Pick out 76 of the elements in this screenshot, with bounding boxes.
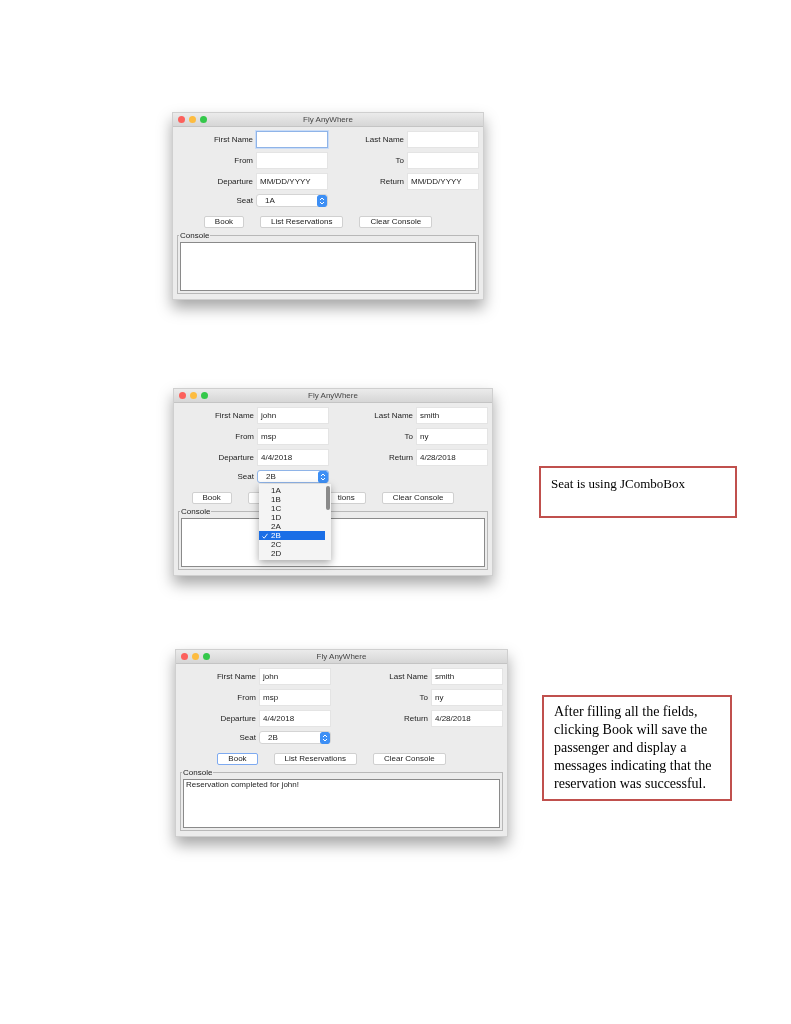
window-title: Fly AnyWhere <box>303 113 353 126</box>
dropdown-option[interactable]: 2C <box>259 540 325 549</box>
field-label: First Name <box>215 670 257 683</box>
push-button[interactable]: Book <box>203 216 245 228</box>
field-label: Last Name <box>388 670 429 683</box>
minimize-icon[interactable] <box>190 392 197 399</box>
field-label: From <box>236 691 257 704</box>
text-field[interactable]: 4/28/2018 <box>431 710 503 727</box>
field-label: To <box>394 154 405 167</box>
field-label: Return <box>403 712 429 725</box>
push-button[interactable]: Clear Console <box>372 753 446 765</box>
stepper-icon <box>320 731 330 744</box>
console-text-area[interactable]: Reservation completed for john! <box>183 779 500 828</box>
text-field[interactable]: 4/4/2018 <box>257 449 329 466</box>
maximize-icon[interactable] <box>201 392 208 399</box>
dropdown-option[interactable]: 2B <box>259 531 325 540</box>
dropdown-option[interactable]: 1D <box>259 513 325 522</box>
close-icon[interactable] <box>181 653 188 660</box>
seat-combo-box[interactable]: 1A <box>256 194 328 207</box>
push-button[interactable]: Clear Console <box>359 216 433 228</box>
minimize-icon[interactable] <box>189 116 196 123</box>
text-field[interactable]: john <box>259 668 331 685</box>
callout-note: Seat is using JComboBox <box>539 466 737 518</box>
dropdown-option[interactable]: 2D <box>259 549 325 558</box>
text-field[interactable]: msp <box>259 689 331 706</box>
field-label: Seat <box>238 731 257 744</box>
maximize-icon[interactable] <box>203 653 210 660</box>
text-field[interactable]: ny <box>416 428 488 445</box>
field-label: First Name <box>212 133 254 146</box>
push-button[interactable]: Book <box>191 492 232 504</box>
field-label: First Name <box>213 409 255 422</box>
callout-note: After filling all the fields, clicking Book will save the passenger and display a messages indicating that the reservation was successful. <box>542 695 732 801</box>
field-label: Departure <box>216 175 254 188</box>
close-icon[interactable] <box>178 116 185 123</box>
check-icon <box>262 532 268 539</box>
field-label: To <box>418 691 429 704</box>
dropdown-option[interactable]: 1B <box>259 495 325 504</box>
seat-combo-box[interactable]: 2B <box>257 470 329 483</box>
dropdown-option[interactable]: 1C <box>259 504 325 513</box>
dropdown-option[interactable]: 2A <box>259 522 325 531</box>
field-label: Return <box>379 175 405 188</box>
minimize-icon[interactable] <box>192 653 199 660</box>
scrollbar-thumb[interactable] <box>326 486 330 510</box>
text-field[interactable] <box>256 131 328 148</box>
close-icon[interactable] <box>179 392 186 399</box>
push-button[interactable]: List Reservations <box>273 753 357 765</box>
text-field[interactable]: john <box>257 407 329 424</box>
field-label: Departure <box>219 712 257 725</box>
maximize-icon[interactable] <box>200 116 207 123</box>
console-text-area[interactable] <box>180 242 476 291</box>
stepper-icon <box>317 194 327 207</box>
text-field[interactable]: smith <box>431 668 503 685</box>
seat-combo-box[interactable]: 2B <box>259 731 331 744</box>
console-line: Reservation completed for john! <box>186 780 300 790</box>
field-label: Seat <box>235 194 254 207</box>
text-field[interactable]: 4/28/2018 <box>416 449 488 466</box>
field-label: Return <box>388 451 414 464</box>
field-label: From <box>234 430 255 443</box>
text-field[interactable]: smith <box>416 407 488 424</box>
text-field[interactable]: 4/4/2018 <box>259 710 331 727</box>
text-field[interactable]: MM/DD/YYYY <box>407 173 479 190</box>
push-button[interactable]: Book <box>217 753 258 765</box>
field-label: From <box>233 154 254 167</box>
push-button[interactable]: Clear Console <box>381 492 455 504</box>
text-field[interactable]: msp <box>257 428 329 445</box>
text-field[interactable]: MM/DD/YYYY <box>256 173 328 190</box>
field-label: To <box>403 430 414 443</box>
push-button[interactable]: List Reservations <box>260 216 344 228</box>
field-label: Last Name <box>364 133 405 146</box>
dropdown-option[interactable]: 1A <box>259 486 325 495</box>
field-label: Seat <box>236 470 255 483</box>
window-title: Fly AnyWhere <box>308 389 358 402</box>
field-label: Last Name <box>373 409 414 422</box>
window-title: Fly AnyWhere <box>316 650 367 663</box>
field-label: Departure <box>217 451 255 464</box>
text-field[interactable]: ny <box>431 689 503 706</box>
